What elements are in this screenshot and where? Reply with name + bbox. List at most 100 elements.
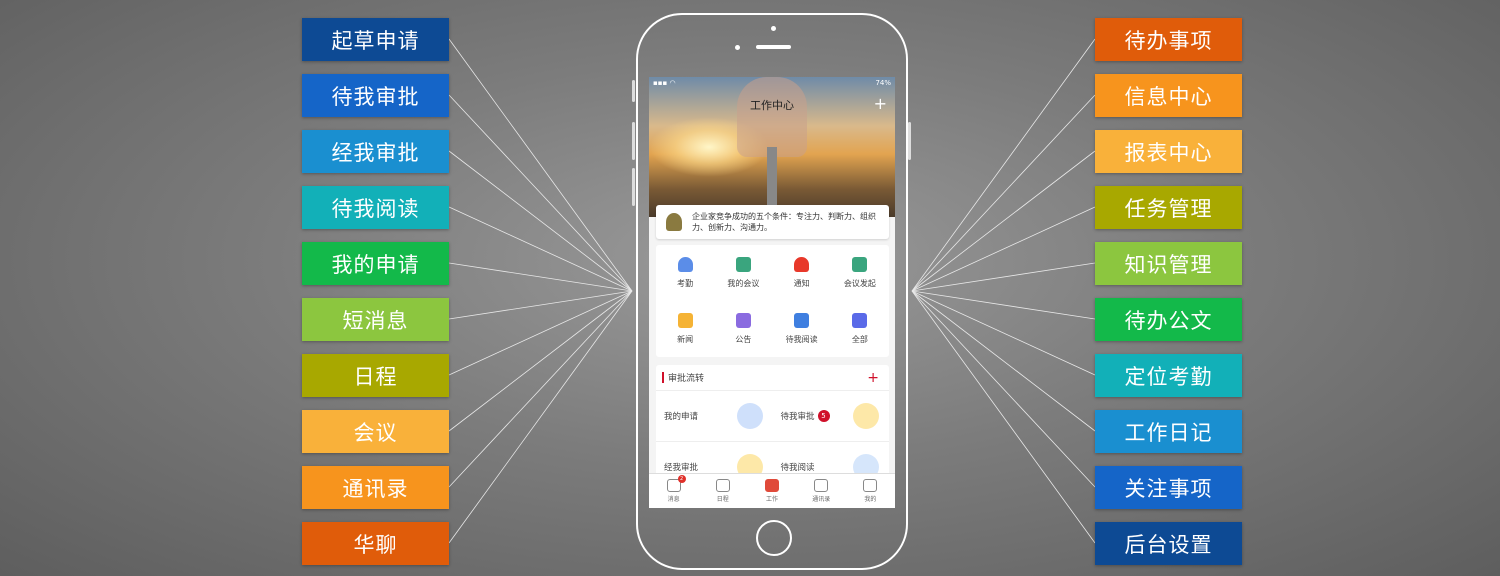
grid-item[interactable]: 我的会议 [714,257,772,301]
connector-line [911,94,1096,292]
document-icon [736,403,763,429]
connector-line [911,38,1096,292]
home-button[interactable] [756,520,792,556]
function-grid: 考勤 我的会议 通知 会议发起新闻 公告 待我阅读 全部 [656,245,889,357]
connector-line [911,290,1096,320]
doc-search-icon [794,313,810,328]
grid-item-label: 全部 [851,335,868,344]
flow-item[interactable]: 待我阅读 [773,454,890,480]
grid-item-label: 公告 [735,335,752,344]
connector-line [448,290,633,488]
app-screen: ▪▪▪ ◠ 74% 工作中心 + 企业家竞争成功的五个条件：专注力、判断力、组织力… [649,77,895,508]
meeting-icon [852,257,868,272]
tab-item[interactable]: 工作 [747,474,796,508]
tab-item[interactable]: 日程 [698,474,747,508]
hero-banner: ▪▪▪ ◠ 74% 工作中心 + [649,77,895,217]
tab-label: 消息 [667,496,680,503]
connector-line [448,290,633,544]
flow-item-label: 经我审批 [664,463,699,473]
feature-label[interactable]: 我的申请 [302,242,449,285]
sensor-dot [735,45,740,50]
tab-label: 日程 [716,496,729,503]
feature-label[interactable]: 关注事项 [1095,466,1242,509]
flow-item[interactable]: 待我审批 5 [773,403,890,429]
flow-item-label: 待我阅读 [780,463,815,473]
fingerprint-icon [677,257,693,272]
connector-line [448,150,633,292]
lightbulb-icon [666,213,682,231]
feature-label[interactable]: 待办事项 [1095,18,1242,61]
tab-icon [765,479,779,492]
megaphone-icon [735,313,751,328]
grid-item-label: 新闻 [677,335,694,344]
feature-label[interactable]: 会议 [302,410,449,453]
news-icon [677,313,693,328]
grid-item-label: 通知 [793,279,810,288]
grid-item[interactable]: 待我阅读 [773,313,831,357]
feature-label[interactable]: 日程 [302,354,449,397]
feature-label[interactable]: 任务管理 [1095,186,1242,229]
tab-item[interactable]: 我的 [846,474,895,508]
feature-label[interactable]: 通讯录 [302,466,449,509]
feature-label[interactable]: 待我阅读 [302,186,449,229]
feature-label[interactable]: 后台设置 [1095,522,1242,565]
connector-line [911,206,1096,292]
speaker [756,45,791,49]
tab-bar: 2 消息 日程 工作 通讯录 我的 [649,473,895,508]
connector-line [448,94,633,292]
page-title: 工作中心 [750,99,794,112]
connector-line [911,290,1096,544]
connector-line [911,150,1096,292]
grid-item-label: 会议发起 [843,279,876,288]
notice-card[interactable]: 企业家竞争成功的五个条件：专注力、判断力、组织力、创新力、沟通力。 [656,205,889,239]
flow-item-label: 待我审批 [780,412,815,422]
grid-item-label: 待我阅读 [785,335,818,344]
document-icon [853,403,879,429]
tab-label: 通讯录 [812,496,831,503]
grid-item[interactable]: 会议发起 [831,257,889,301]
flow-item-label: 我的申请 [664,412,699,422]
connector-line [911,290,1096,432]
count-badge: 5 [817,410,830,422]
tab-icon [863,479,878,492]
connector-line [911,290,1096,376]
add-icon[interactable]: + [874,94,887,113]
grid-icon [852,313,868,328]
grid-item-label: 考勤 [677,279,694,288]
feature-label[interactable]: 待办公文 [1095,298,1242,341]
connector-line [448,206,633,292]
camera-dot [771,26,776,31]
tab-item[interactable]: 通讯录 [797,474,846,508]
connector-line [911,290,1096,488]
flow-row: 我的申请 待我审批 5 [656,391,889,442]
feature-label[interactable]: 报表中心 [1095,130,1242,173]
grid-item[interactable]: 考勤 [656,257,714,301]
feature-label[interactable]: 信息中心 [1095,74,1242,117]
feature-label[interactable]: 待我审批 [302,74,449,117]
feature-label[interactable]: 经我审批 [302,130,449,173]
grid-item[interactable]: 新闻 [656,313,714,357]
tab-item[interactable]: 2 消息 [649,474,698,508]
grid-item[interactable]: 公告 [714,313,772,357]
feature-label[interactable]: 华聊 [302,522,449,565]
feature-label[interactable]: 工作日记 [1095,410,1242,453]
bell-icon [794,257,810,272]
grid-item-label: 我的会议 [727,279,760,288]
flow-item[interactable]: 经我审批 [656,454,773,480]
connector-line [911,262,1096,292]
calendar-icon [735,257,751,272]
connector-line [448,262,633,292]
flow-item[interactable]: 我的申请 [656,403,773,429]
add-icon[interactable]: + [867,370,879,386]
grid-item[interactable]: 通知 [773,257,831,301]
tab-icon [814,479,829,492]
feature-label[interactable]: 知识管理 [1095,242,1242,285]
tab-label: 工作 [766,496,779,503]
feature-label[interactable]: 定位考勤 [1095,354,1242,397]
grid-item[interactable]: 全部 [831,313,889,357]
connector-line [448,290,633,320]
connector-line [448,38,633,292]
feature-label[interactable]: 起草申请 [302,18,449,61]
feature-label[interactable]: 短消息 [302,298,449,341]
connector-line [448,290,633,432]
